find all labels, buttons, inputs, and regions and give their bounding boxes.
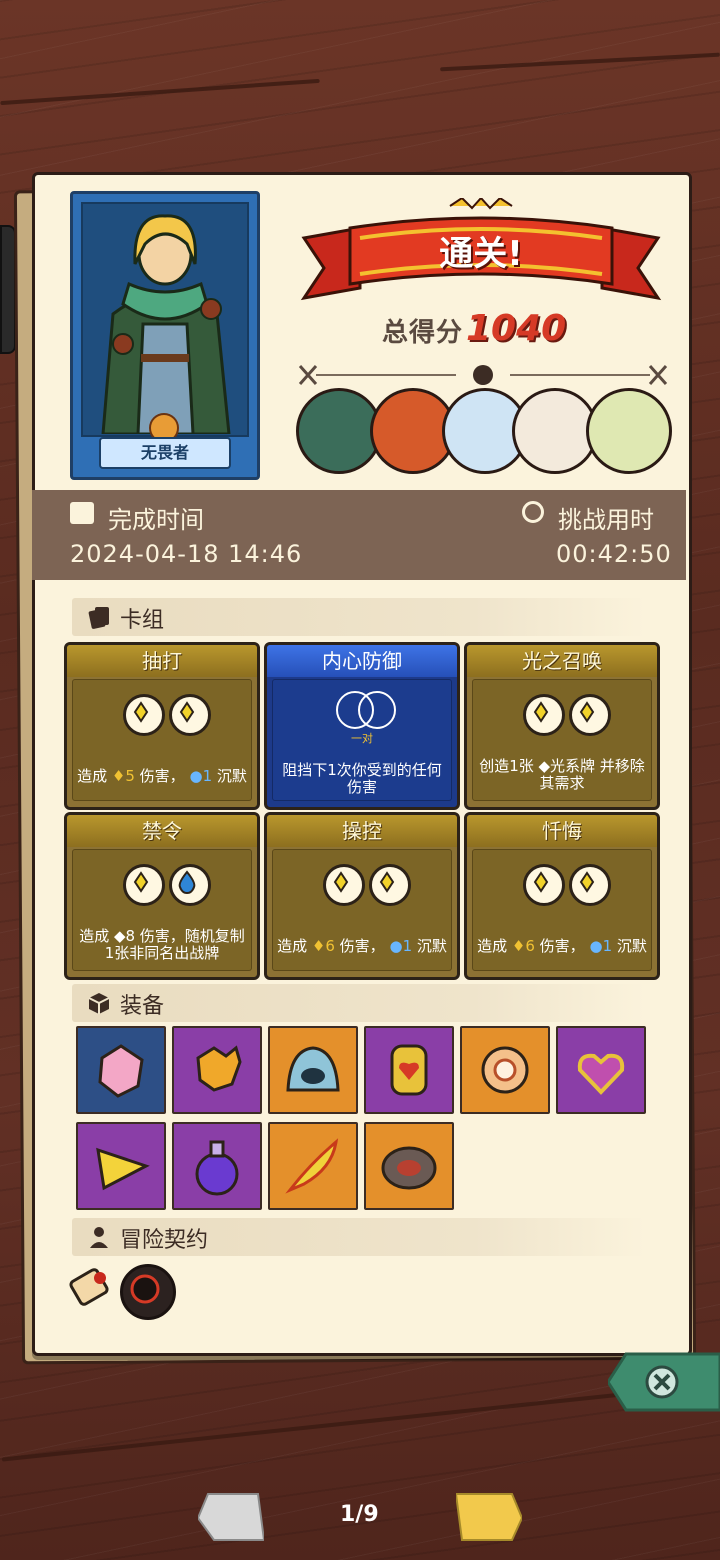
energy-slot-icon bbox=[169, 694, 211, 736]
card-body: 一对 阻挡下1次你受到的任何伤害 bbox=[272, 679, 452, 801]
heart-gem-icon[interactable] bbox=[364, 1026, 454, 1114]
pair-slot-icon bbox=[336, 691, 396, 729]
energy-slot-icon bbox=[523, 694, 565, 736]
deck-card[interactable]: 抽打 造成 ♦5 伤害， ●1 沉默 bbox=[64, 642, 260, 810]
energy-slot-icon bbox=[523, 864, 565, 906]
card-body: 造成 ◆8 伤害，随机复制1张非同名出战牌 bbox=[72, 849, 252, 971]
card-body: 造成 ♦5 伤害， ●1 沉默 bbox=[72, 679, 252, 801]
person-icon bbox=[86, 1224, 112, 1250]
card-body: 造成 ♦6 伤害， ●1 沉默 bbox=[472, 849, 652, 971]
hero-card[interactable]: 无畏者 bbox=[70, 191, 260, 480]
hero-name: 无畏者 bbox=[99, 437, 231, 469]
energy-slot-icon bbox=[323, 864, 365, 906]
water-slot-icon bbox=[169, 864, 211, 906]
card-description: 造成 ◆8 伤害，随机复制1张非同名出战牌 bbox=[79, 927, 245, 962]
deck-section-header: 卡组 bbox=[72, 598, 646, 636]
golden-hand-icon[interactable] bbox=[172, 1026, 262, 1114]
card-description: 造成 ♦6 伤害， ●1 沉默 bbox=[477, 937, 647, 955]
prev-page-button[interactable] bbox=[196, 1490, 266, 1544]
card-name: 禁令 bbox=[67, 815, 257, 847]
card-description: 创造1张 ◆光系牌 并移除其需求 bbox=[479, 757, 645, 792]
deck-card[interactable]: 忏悔 造成 ♦6 伤害， ●1 沉默 bbox=[464, 812, 660, 980]
contract-section-header: 冒险契约 bbox=[72, 1218, 646, 1256]
deck-title: 卡组 bbox=[120, 608, 165, 633]
energy-slot-icon bbox=[369, 864, 411, 906]
energy-slot-icon bbox=[123, 694, 165, 736]
deck-card[interactable]: 禁令 造成 ◆8 伤害，随机复制1张非同名出战牌 bbox=[64, 812, 260, 980]
cards-icon bbox=[86, 604, 112, 630]
red-rune-icon[interactable] bbox=[120, 1264, 176, 1320]
equipment-section-header: 装备 bbox=[72, 984, 646, 1022]
dark-disc-icon[interactable] bbox=[364, 1122, 454, 1210]
score-value: 1040 bbox=[466, 308, 567, 349]
equipment-title: 装备 bbox=[120, 994, 165, 1019]
victory-title: 通关! bbox=[439, 234, 523, 274]
heart-amulet-icon[interactable] bbox=[556, 1026, 646, 1114]
stopwatch-icon bbox=[522, 501, 544, 523]
finish-time-label: 完成时间 bbox=[108, 506, 204, 534]
boss-portrait-dryad[interactable] bbox=[586, 388, 672, 474]
close-button[interactable] bbox=[606, 1350, 720, 1414]
orange-ring-icon[interactable] bbox=[460, 1026, 550, 1114]
duration-value: 00:42:50 bbox=[556, 540, 672, 568]
hero-portrait bbox=[81, 202, 249, 437]
card-description: 造成 ♦6 伤害， ●1 沉默 bbox=[277, 937, 447, 955]
ornament-divider bbox=[298, 365, 668, 385]
gold-triangle-icon[interactable] bbox=[76, 1122, 166, 1210]
card-description: 阻挡下1次你受到的任何伤害 bbox=[282, 761, 442, 796]
deck-card[interactable]: 光之召唤 创造1张 ◆光系牌 并移除其需求 bbox=[464, 642, 660, 810]
energy-slot-icon bbox=[123, 864, 165, 906]
duration-label: 挑战用时 bbox=[558, 506, 654, 534]
deck-card[interactable]: 内心防御 一对 阻挡下1次你受到的任何伤害 bbox=[264, 642, 460, 810]
card-body: 创造1张 ◆光系牌 并移除其需求 bbox=[472, 679, 652, 801]
card-name: 操控 bbox=[267, 815, 457, 847]
card-body: 造成 ♦6 伤害， ●1 沉默 bbox=[272, 849, 452, 971]
energy-slot-icon bbox=[569, 694, 611, 736]
pair-label: 一对 bbox=[351, 732, 373, 745]
film-icon bbox=[70, 502, 94, 524]
scroll-icon[interactable] bbox=[66, 1262, 116, 1314]
deck-card[interactable]: 操控 造成 ♦6 伤害， ●1 沉默 bbox=[264, 812, 460, 980]
card-name: 内心防御 bbox=[267, 645, 457, 677]
finish-time-value: 2024-04-18 14:46 bbox=[70, 540, 303, 568]
next-page-button[interactable] bbox=[454, 1490, 524, 1544]
card-name: 光之召唤 bbox=[467, 645, 657, 677]
card-description: 造成 ♦5 伤害， ●1 沉默 bbox=[77, 767, 247, 785]
pink-crystal-icon[interactable] bbox=[76, 1026, 166, 1114]
cube-icon bbox=[86, 990, 112, 1016]
fire-feather-icon[interactable] bbox=[268, 1122, 358, 1210]
page-indicator: 1/9 bbox=[340, 1502, 379, 1527]
score-label: 总得分 bbox=[382, 318, 464, 348]
card-name: 抽打 bbox=[67, 645, 257, 677]
blue-slime-icon[interactable] bbox=[268, 1026, 358, 1114]
energy-slot-icon bbox=[569, 864, 611, 906]
contract-title: 冒险契约 bbox=[120, 1228, 209, 1253]
purple-potion-icon[interactable] bbox=[172, 1122, 262, 1210]
card-name: 忏悔 bbox=[467, 815, 657, 847]
